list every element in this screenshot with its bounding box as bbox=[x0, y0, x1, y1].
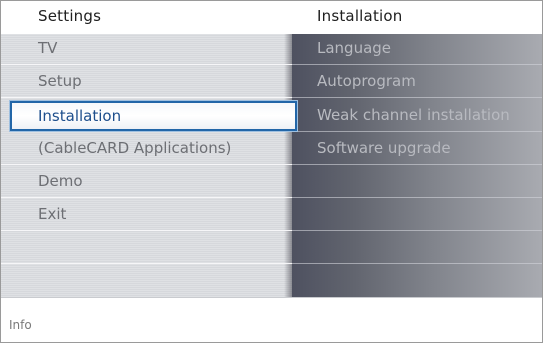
submenu-item-software-upgrade[interactable]: Software upgrade bbox=[292, 134, 543, 165]
submenu-item-empty bbox=[292, 167, 543, 198]
submenu-item-autoprogram[interactable]: Autoprogram bbox=[292, 67, 543, 98]
info-label: Info bbox=[9, 318, 32, 332]
submenu-item-weak-channel-installation[interactable]: Weak channel installation bbox=[292, 101, 543, 132]
installation-title: Installation bbox=[317, 7, 403, 25]
menu-item-setup[interactable]: Setup bbox=[0, 67, 292, 98]
header-bar: Settings Installation bbox=[0, 0, 543, 34]
submenu-item-language[interactable]: Language bbox=[292, 34, 543, 65]
menu-item-label: Demo bbox=[38, 172, 83, 190]
menu-item-cablecard-applications[interactable]: (CableCARD Applications) bbox=[0, 134, 292, 165]
menu-item-tv[interactable]: TV bbox=[0, 34, 292, 65]
menu-item-label: Installation bbox=[38, 107, 122, 125]
menu-item-label: Setup bbox=[38, 72, 82, 90]
submenu-item-label: Software upgrade bbox=[317, 139, 451, 157]
menu-item-exit[interactable]: Exit bbox=[0, 200, 292, 231]
info-bar: Info bbox=[0, 297, 543, 344]
submenu-item-label: Autoprogram bbox=[317, 72, 416, 90]
submenu-item-label: Weak channel installation bbox=[317, 106, 510, 124]
submenu-item-empty bbox=[292, 233, 543, 264]
submenu-item-empty bbox=[292, 264, 543, 297]
submenu-item-empty bbox=[292, 200, 543, 231]
menu-item-demo[interactable]: Demo bbox=[0, 167, 292, 198]
menu-item-installation[interactable]: Installation bbox=[10, 101, 297, 131]
menu-item-empty bbox=[0, 233, 292, 264]
menu-item-empty bbox=[0, 264, 292, 297]
menu-item-label: (CableCARD Applications) bbox=[38, 139, 232, 157]
settings-title: Settings bbox=[38, 7, 102, 25]
menu-item-label: TV bbox=[38, 39, 58, 57]
menu-item-label: Exit bbox=[38, 205, 67, 223]
submenu-item-label: Language bbox=[317, 39, 392, 57]
